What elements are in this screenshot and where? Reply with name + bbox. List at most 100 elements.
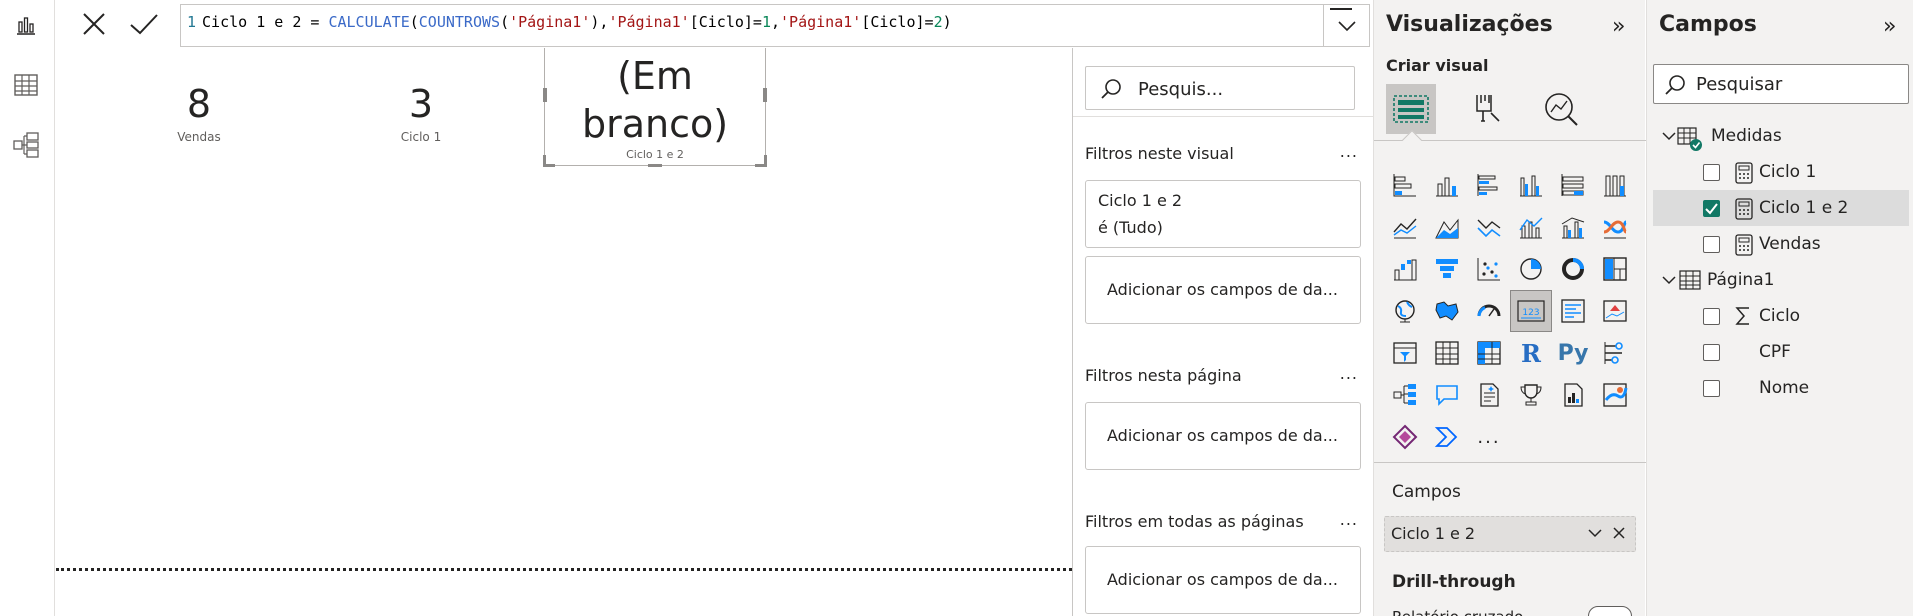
line-column-chart-button[interactable] xyxy=(1510,206,1552,248)
collapse-visualizations-button[interactable]: » xyxy=(1612,14,1625,39)
gauge-button[interactable] xyxy=(1468,290,1510,332)
formula-number: 2 xyxy=(933,13,943,31)
expand-formula-button[interactable] xyxy=(1323,5,1369,46)
stacked-area-chart-button[interactable] xyxy=(1468,206,1510,248)
dax-formula[interactable]: 1 Ciclo 1 e 2 = CALCULATE(COUNTROWS('Pági… xyxy=(187,13,952,31)
arcgis-map-button[interactable] xyxy=(1594,374,1636,416)
power-apps-button[interactable] xyxy=(1384,416,1426,458)
key-influencers-button[interactable] xyxy=(1594,332,1636,374)
model-view-button[interactable] xyxy=(11,130,41,160)
more-options-button[interactable]: ... xyxy=(1340,142,1358,161)
cancel-formula-button[interactable] xyxy=(74,6,114,42)
field-ciclo-1[interactable]: Ciclo 1 xyxy=(1647,154,1913,190)
field-ciclo[interactable]: Ciclo xyxy=(1647,298,1913,334)
100-stacked-bar-chart-button[interactable] xyxy=(1552,164,1594,206)
filters-search-input[interactable]: Pesquis... xyxy=(1085,66,1355,110)
field-name: Ciclo 1 e 2 xyxy=(1759,198,1849,218)
smart-narrative-button[interactable] xyxy=(1468,374,1510,416)
collapse-fields-button[interactable]: » xyxy=(1883,14,1896,39)
more-options-button[interactable]: ... xyxy=(1340,510,1358,529)
formula-part: [Ciclo]= xyxy=(689,13,762,31)
donut-chart-button[interactable] xyxy=(1552,248,1594,290)
analytics-tab[interactable] xyxy=(1536,84,1586,134)
formula-editor[interactable]: 1 Ciclo 1 e 2 = CALCULATE(COUNTROWS('Pági… xyxy=(180,4,1370,47)
treemap-button[interactable] xyxy=(1594,248,1636,290)
card-visual-ciclo-1-e-2[interactable]: (Em branco) Ciclo 1 e 2 xyxy=(543,48,767,167)
more-visuals-button[interactable]: ... xyxy=(1468,416,1510,458)
stacked-bar-chart-button[interactable] xyxy=(1384,164,1426,206)
field-cpf[interactable]: CPF xyxy=(1647,334,1913,370)
commit-formula-button[interactable] xyxy=(124,6,164,42)
table-medidas[interactable]: Medidas xyxy=(1647,118,1913,154)
stacked-column-chart-button[interactable] xyxy=(1426,164,1468,206)
multi-row-card-button[interactable] xyxy=(1552,290,1594,332)
table-pagina1[interactable]: Página1 xyxy=(1647,262,1913,298)
chevron-down-icon[interactable] xyxy=(1587,525,1603,541)
add-fields-page-well[interactable]: Adicionar os campos de da... xyxy=(1085,402,1361,470)
remove-field-icon[interactable] xyxy=(1611,525,1627,541)
qa-visual-button[interactable] xyxy=(1426,374,1468,416)
paginated-report-button[interactable] xyxy=(1552,374,1594,416)
python-visual-button[interactable]: Py xyxy=(1552,332,1594,374)
data-view-button[interactable] xyxy=(11,70,41,100)
field-nome[interactable]: Nome xyxy=(1647,370,1913,406)
report-view-button[interactable] xyxy=(11,10,41,40)
field-checkbox[interactable] xyxy=(1703,236,1720,253)
card-visual-vendas[interactable]: 8 Vendas xyxy=(144,83,254,144)
power-automate-button[interactable] xyxy=(1426,416,1468,458)
filled-map-button[interactable] xyxy=(1426,290,1468,332)
funnel-chart-button[interactable] xyxy=(1426,248,1468,290)
100-stacked-column-chart-button[interactable] xyxy=(1594,164,1636,206)
matrix-button[interactable] xyxy=(1468,332,1510,374)
slicer-button[interactable] xyxy=(1384,332,1426,374)
fields-search-input[interactable]: Pesquisar xyxy=(1653,64,1909,104)
gauge-icon xyxy=(1477,304,1501,317)
more-options-button[interactable]: ... xyxy=(1340,364,1358,383)
field-checkbox[interactable] xyxy=(1703,344,1720,361)
kpi-button[interactable] xyxy=(1594,290,1636,332)
waterfall-chart-button[interactable] xyxy=(1384,248,1426,290)
cross-report-toggle[interactable] xyxy=(1588,606,1632,616)
line-chart-button[interactable] xyxy=(1384,206,1426,248)
ribbon-chart-button[interactable] xyxy=(1594,206,1636,248)
resize-handle[interactable] xyxy=(764,155,767,167)
arcgis-map-icon xyxy=(1603,383,1628,407)
clustered-column-chart-button[interactable] xyxy=(1510,164,1552,206)
format-visual-tab[interactable] xyxy=(1460,84,1510,134)
field-checkbox[interactable] xyxy=(1703,164,1720,181)
table-visual-button[interactable] xyxy=(1426,332,1468,374)
resize-handle[interactable] xyxy=(543,155,546,167)
decomposition-tree-button[interactable] xyxy=(1384,374,1426,416)
filter-field-name: Ciclo 1 e 2 xyxy=(1098,191,1183,210)
field-ciclo-1-e-2[interactable]: Ciclo 1 e 2 xyxy=(1653,190,1909,226)
add-fields-visual-well[interactable]: Adicionar os campos de da... xyxy=(1085,256,1361,324)
field-checkbox[interactable] xyxy=(1703,380,1720,397)
pie-chart-button[interactable] xyxy=(1510,248,1552,290)
area-chart-button[interactable] xyxy=(1426,206,1468,248)
field-vendas[interactable]: Vendas xyxy=(1647,226,1913,262)
card-visual-button[interactable]: 123 xyxy=(1510,290,1552,332)
smart-narrative-icon xyxy=(1480,383,1499,407)
resize-handle[interactable] xyxy=(543,88,547,102)
more-icon: ... xyxy=(1477,426,1501,448)
resize-handle[interactable] xyxy=(763,88,767,102)
field-well-chip[interactable]: Ciclo 1 e 2 xyxy=(1384,516,1636,552)
field-checkbox-checked[interactable] xyxy=(1703,200,1720,217)
field-checkbox[interactable] xyxy=(1703,308,1720,325)
goals-button[interactable] xyxy=(1510,374,1552,416)
chevron-down-icon[interactable] xyxy=(1661,128,1677,144)
resize-handle[interactable] xyxy=(648,164,662,167)
add-fields-all-pages-well[interactable]: Adicionar os campos de da... xyxy=(1085,546,1361,614)
line-clustered-column-chart-button[interactable] xyxy=(1552,206,1594,248)
model-view-icon xyxy=(13,132,39,158)
card-visual-ciclo-1[interactable]: 3 Ciclo 1 xyxy=(366,83,476,144)
clustered-bar-chart-button[interactable] xyxy=(1468,164,1510,206)
divider xyxy=(1374,462,1646,463)
chevron-down-icon[interactable] xyxy=(1661,272,1677,288)
build-visual-tab[interactable] xyxy=(1386,84,1436,134)
report-canvas[interactable]: 8 Vendas 3 Ciclo 1 (Em branco) Ciclo 1 e… xyxy=(56,48,1072,616)
r-visual-button[interactable]: R xyxy=(1510,332,1552,374)
scatter-chart-button[interactable] xyxy=(1468,248,1510,290)
map-button[interactable] xyxy=(1384,290,1426,332)
filter-card-ciclo-1-e-2[interactable]: Ciclo 1 e 2 é (Tudo) xyxy=(1085,180,1361,248)
